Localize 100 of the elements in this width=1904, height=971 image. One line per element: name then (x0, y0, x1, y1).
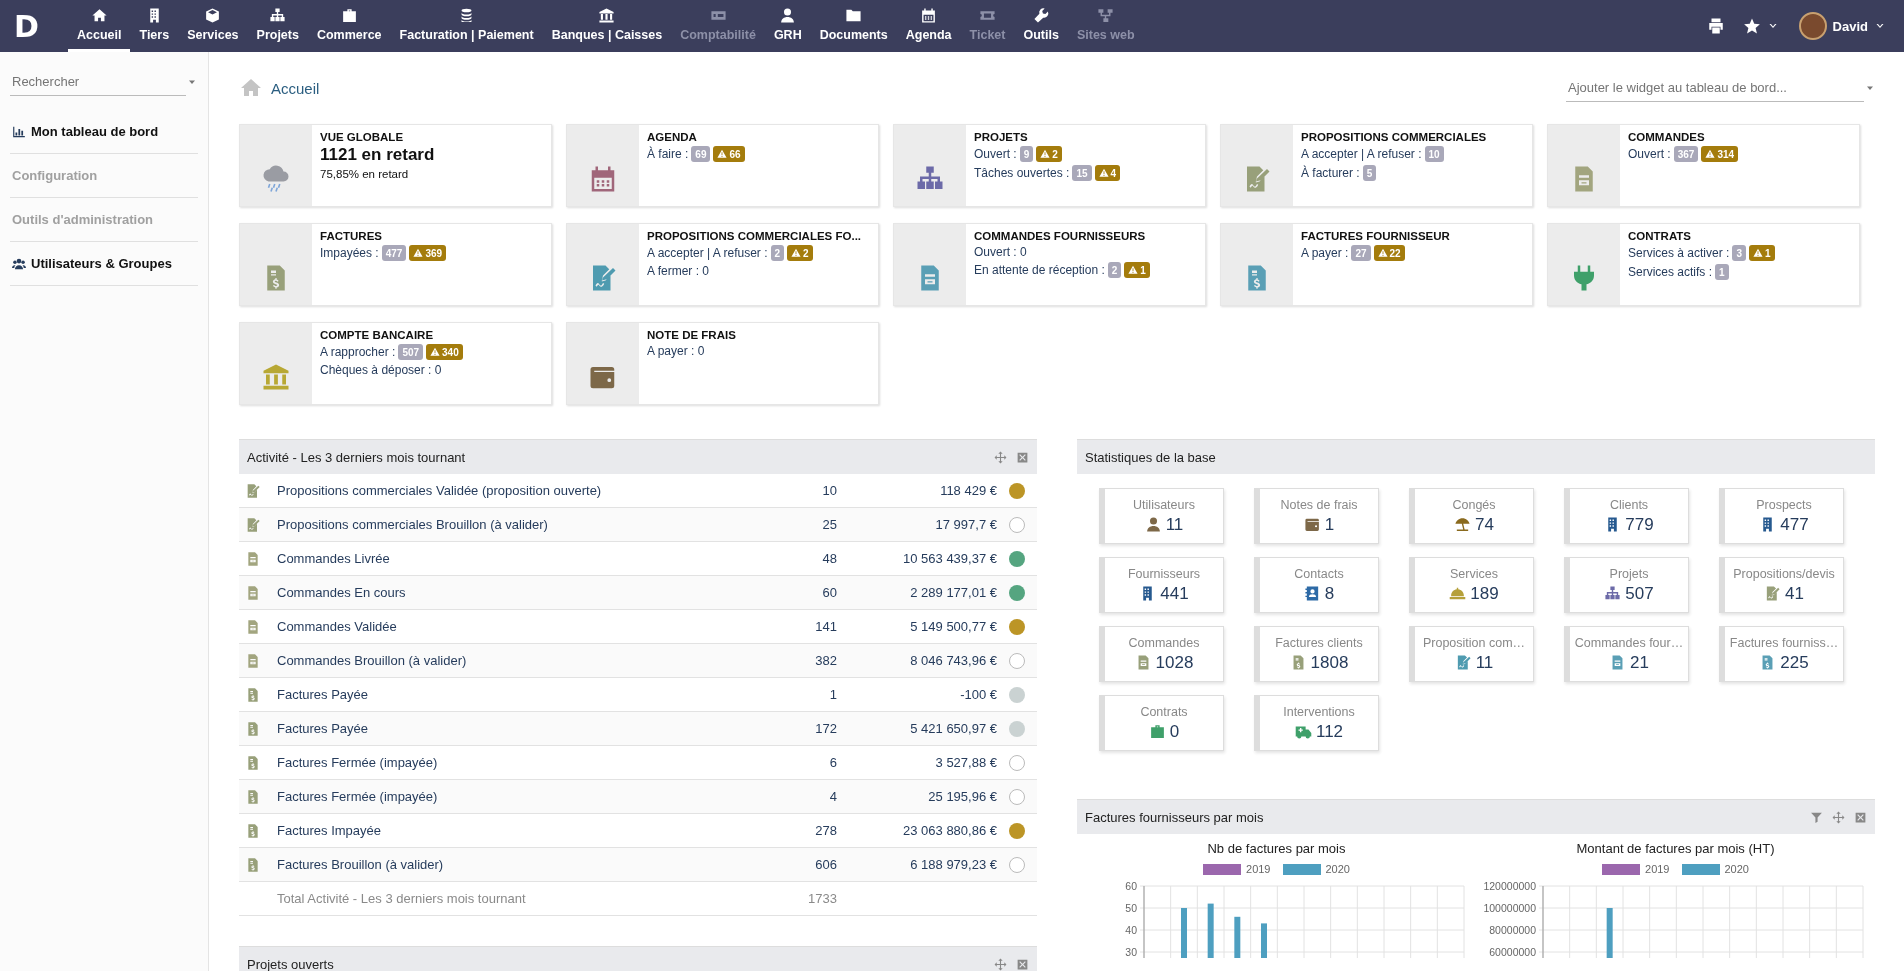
stat-box[interactable]: Propositions/devis 41 (1719, 557, 1844, 613)
widget-card[interactable]: AGENDA À faire : 69 66 (566, 124, 879, 207)
breadcrumb[interactable]: Accueil (271, 79, 320, 97)
stat-box[interactable]: Congés 74 (1409, 488, 1534, 544)
counter-label[interactable]: A fermer : 0 (647, 264, 710, 278)
widget-card[interactable]: VUE GLOBALE 1121 en retard 75,85% en retard (239, 124, 552, 207)
stat-box[interactable]: Interventions 112 (1254, 695, 1379, 751)
logo[interactable]: D (14, 8, 58, 44)
counter-label[interactable]: A accepter | A refuser : (1301, 147, 1422, 161)
counter-label[interactable]: Tâches ouvertes : (974, 166, 1070, 180)
counter-label[interactable]: Services à activer : (1628, 246, 1730, 260)
close-icon[interactable] (1016, 957, 1029, 971)
activity-label[interactable]: Factures Fermée (impayée) (277, 789, 757, 804)
nav-tab[interactable]: GRH (764, 0, 811, 52)
nav-tab[interactable]: Tiers (130, 0, 179, 52)
counter-label[interactable]: En attente de réception : (974, 263, 1105, 277)
avatar[interactable] (1798, 12, 1827, 40)
activity-label[interactable]: Factures Impayée (277, 823, 757, 838)
stat-box[interactable]: Fournisseurs 441 (1099, 557, 1224, 613)
counter-label[interactable]: À faire : (647, 147, 689, 161)
activity-label[interactable]: Commandes En cours (277, 585, 757, 600)
activity-label[interactable]: Factures Brouillon (à valider) (277, 857, 757, 872)
stat-box[interactable]: Contacts 8 (1254, 557, 1379, 613)
widget-card[interactable]: FACTURES FOURNISSEUR A payer : 27 22 (1220, 223, 1533, 306)
nav-tab[interactable]: Agenda (896, 0, 961, 52)
counter-label[interactable]: À facturer : (1301, 166, 1360, 180)
user-name[interactable]: David (1832, 18, 1868, 34)
stat-box[interactable]: Factures clients 1808 (1254, 626, 1379, 682)
stat-box[interactable]: Clients 779 (1564, 488, 1689, 544)
widget-card[interactable]: COMMANDES FOURNISSEURS Ouvert : 0 En attente de réception : 2 1 (893, 223, 1206, 306)
activity-label[interactable]: Propositions commerciales Brouillon (à valider) (277, 517, 757, 532)
close-icon[interactable] (1016, 450, 1029, 464)
stat-label: Commandes (1128, 635, 1200, 650)
widget-card[interactable]: PROJETS Ouvert : 9 2 Tâches ouvertes : 15 4 (893, 124, 1206, 207)
widget-card[interactable]: PROPOSITIONS COMMERCIALES A accepter | A refuser : 10 À facturer : 5 (1220, 124, 1533, 207)
activity-label[interactable]: Factures Payée (277, 721, 757, 736)
counter-label[interactable]: A accepter | A refuser : (647, 246, 768, 260)
legend-label[interactable]: 2019 (1246, 863, 1271, 875)
legend-label[interactable]: 2019 (1645, 863, 1670, 875)
counter-label[interactable]: Impayées : (320, 246, 379, 260)
activity-count: 25 (821, 517, 837, 532)
briefcase-icon (340, 7, 358, 24)
widget-card[interactable]: COMMANDES Ouvert : 367 314 (1547, 124, 1860, 207)
legend-label[interactable]: 2020 (1724, 863, 1749, 875)
home-icon (90, 7, 108, 24)
widget-card[interactable]: COMPTE BANCAIRE A rapprocher : 507 340 Chèques à déposer : 0 (239, 322, 552, 405)
nav-tab[interactable]: Facturation | Paiement (390, 0, 543, 52)
legend-swatch[interactable] (1681, 863, 1720, 875)
counter-label[interactable]: A payer : (1301, 246, 1349, 260)
widget-card[interactable]: CONTRATS Services à activer : 3 1 Services actifs : 1 (1547, 223, 1860, 306)
close-icon[interactable] (1854, 810, 1867, 824)
stat-box[interactable]: Factures fourniss… 225 (1719, 626, 1844, 682)
search-field[interactable]: Rechercher (10, 68, 186, 96)
counter-label[interactable]: Ouvert : 0 (974, 245, 1027, 259)
counter-label[interactable]: A payer : 0 (647, 344, 705, 358)
widget-card[interactable]: PROPOSITIONS COMMERCIALES FO... A accepter | A refuser : 2 2 A fermer : 0 (566, 223, 879, 306)
service-bell-icon (1449, 585, 1467, 602)
sidebar-item[interactable]: Mon tableau de bord (10, 110, 198, 154)
stat-box[interactable]: Proposition com… 11 (1409, 626, 1534, 682)
activity-label[interactable]: Commandes Livrée (277, 551, 757, 566)
add-widget-select[interactable]: Ajouter le widget au tableau de bord... (1566, 74, 1864, 102)
counter-label[interactable]: A rapprocher : (320, 345, 396, 359)
activity-label[interactable]: Factures Payée (277, 687, 757, 702)
stat-box[interactable]: Commandes 1028 (1099, 626, 1224, 682)
widget-card[interactable]: NOTE DE FRAIS A payer : 0 (566, 322, 879, 405)
nav-tab[interactable]: Documents (810, 0, 897, 52)
y-tick-label: 50 (1124, 902, 1137, 914)
counter-label[interactable]: Chèques à déposer : 0 (320, 363, 442, 377)
nav-tab[interactable]: Projets (247, 0, 308, 52)
move-icon[interactable] (994, 957, 1007, 971)
counter-label[interactable]: Services actifs : (1628, 265, 1713, 279)
legend-swatch[interactable] (1602, 863, 1640, 875)
activity-label[interactable]: Commandes Brouillon (à valider) (277, 653, 757, 668)
legend-swatch[interactable] (1282, 863, 1321, 875)
star-icon[interactable] (1742, 17, 1761, 35)
sidebar-item[interactable]: Utilisateurs & Groupes (10, 242, 198, 286)
stat-box[interactable]: Commandes four… 21 (1564, 626, 1689, 682)
stat-box[interactable]: Contrats 0 (1099, 695, 1224, 751)
activity-label[interactable]: Factures Fermée (impayée) (277, 755, 757, 770)
stat-box[interactable]: Prospects 477 (1719, 488, 1844, 544)
move-icon[interactable] (1832, 810, 1845, 824)
print-icon[interactable] (1706, 17, 1725, 35)
widget-card[interactable]: FACTURES Impayées : 477 369 (239, 223, 552, 306)
legend-swatch[interactable] (1203, 863, 1241, 875)
nav-tab[interactable]: Banques | Caisses (542, 0, 672, 52)
move-icon[interactable] (994, 450, 1007, 464)
activity-label[interactable]: Propositions commerciales Validée (proposition ouverte) (277, 483, 757, 498)
stat-box[interactable]: Notes de frais 1 (1254, 488, 1379, 544)
nav-tab[interactable]: Commerce (307, 0, 391, 52)
counter-label[interactable]: Ouvert : (974, 147, 1017, 161)
counter-label[interactable]: Ouvert : (1628, 147, 1671, 161)
nav-tab[interactable]: Outils (1014, 0, 1068, 52)
nav-tab[interactable]: Services (178, 0, 248, 52)
bar (1207, 903, 1214, 958)
activity-label[interactable]: Commandes Validée (277, 619, 757, 634)
stat-box[interactable]: Projets 507 (1564, 557, 1689, 613)
stat-box[interactable]: Utilisateurs 11 (1099, 488, 1224, 544)
filter-icon[interactable] (1810, 810, 1823, 824)
legend-label[interactable]: 2020 (1325, 863, 1350, 875)
stat-box[interactable]: Services 189 (1409, 557, 1534, 613)
